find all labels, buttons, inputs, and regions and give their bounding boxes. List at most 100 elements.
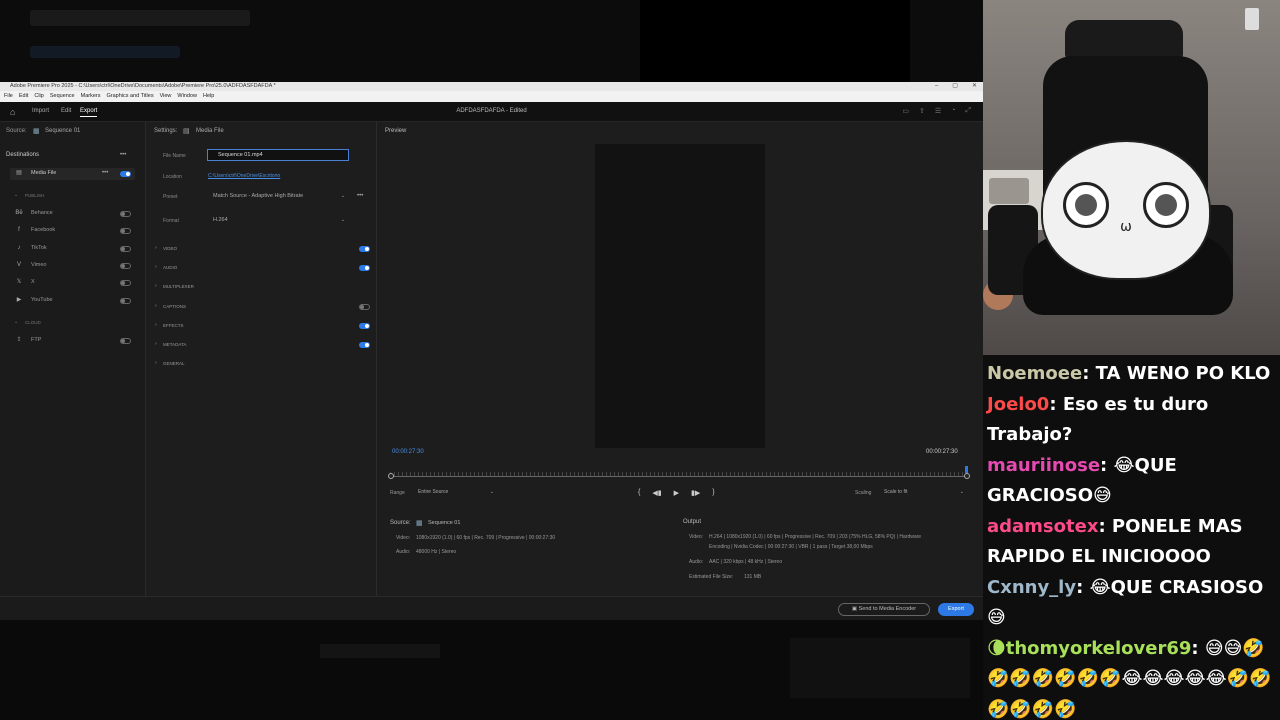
chevron-right-icon: ›	[155, 245, 157, 251]
minimize-button[interactable]: –	[935, 82, 938, 91]
preset-dropdown[interactable]: Match Source - Adaptive High Bitrate ⌄	[207, 191, 349, 202]
section-toggle[interactable]	[359, 322, 370, 329]
menu-sequence[interactable]: Sequence	[50, 91, 75, 102]
chat-username: Cxnny_ly	[987, 576, 1077, 598]
destination-toggle[interactable]	[120, 211, 131, 217]
location-link[interactable]: C:\Users\ctrl\OneDrive\Escritorio	[208, 173, 280, 179]
share-icon[interactable]: ⇧	[919, 107, 925, 115]
behance-icon: Bē	[15, 210, 23, 216]
media-file-icon: ▤	[183, 128, 190, 135]
step-forward-button[interactable]: ▮▶	[691, 489, 700, 497]
destinations-panel: Source: ▦ Sequence 01 Destinations ••• ▤…	[0, 122, 146, 596]
stream-chat: Noemoee: TA WENO PO KLO Joelo0: Eso es tu…	[983, 355, 1280, 720]
section-captions[interactable]: › CAPTIONS	[155, 302, 370, 312]
preset-more-button[interactable]: •••	[357, 193, 363, 199]
preview-panel: Preview 00:00:27:30 00:00:27:30 Range En…	[378, 122, 983, 596]
send-to-media-encoder-button[interactable]: ▣ Send to Media Encoder	[838, 603, 930, 616]
destination-toggle[interactable]	[120, 228, 131, 235]
blurred-panel	[640, 0, 910, 82]
destination-behance[interactable]: Bē Behance	[10, 208, 135, 220]
format-dropdown[interactable]: H.264 ⌄	[207, 215, 349, 226]
close-button[interactable]: ✕	[972, 82, 977, 91]
destination-toggle[interactable]	[120, 245, 131, 252]
destination-toggle[interactable]	[120, 280, 131, 287]
publish-chevron-icon[interactable]: ⌄	[14, 192, 18, 198]
destination-facebook[interactable]: f Facebook	[10, 225, 135, 237]
menu-clip[interactable]: Clip	[34, 91, 43, 102]
menu-edit[interactable]: Edit	[19, 91, 28, 102]
step-back-button[interactable]: ◀▮	[652, 489, 661, 497]
file-name-input[interactable]	[207, 149, 349, 161]
destination-vimeo[interactable]: V Vimeo	[10, 260, 135, 272]
destination-toggle[interactable]	[120, 297, 131, 304]
chat-colon: :	[1082, 363, 1096, 384]
section-general[interactable]: › GENERAL	[155, 359, 370, 369]
mark-out-button[interactable]: }	[712, 489, 714, 497]
destination-ftp[interactable]: ⇪ FTP	[10, 335, 135, 347]
destination-x[interactable]: 𝕏X	[10, 277, 135, 289]
menu-graphics[interactable]: Graphics and Titles	[107, 91, 154, 102]
background-bottom	[0, 620, 983, 720]
section-multiplexer[interactable]: › MULTIPLEXER	[155, 282, 370, 292]
export-button[interactable]: Export	[938, 603, 974, 616]
mark-in-button[interactable]: {	[638, 489, 640, 497]
blurred-text	[320, 644, 440, 658]
menu-window[interactable]: Window	[177, 91, 197, 102]
timeline-scrubber[interactable]	[388, 466, 970, 479]
destination-toggle[interactable]	[120, 262, 131, 269]
preview-label: Preview	[385, 128, 407, 134]
media-file-toggle[interactable]	[120, 171, 131, 177]
window-title: Adobe Premiere Pro 2025 - C:\Users\ctrl\…	[10, 83, 276, 89]
settings-label: Settings:	[154, 128, 178, 134]
facebook-icon: f	[18, 227, 20, 234]
playhead[interactable]	[965, 466, 968, 473]
webcam-overlay: ω	[983, 0, 1280, 355]
destination-toggle[interactable]	[120, 338, 131, 344]
section-metadata[interactable]: › METADATA	[155, 340, 370, 350]
notifications-icon[interactable]: ◔	[951, 107, 955, 115]
range-dropdown[interactable]: Entire Source ⌄	[412, 487, 498, 498]
section-toggle[interactable]	[359, 246, 370, 252]
cloud-chevron-icon[interactable]: ⌄	[14, 319, 18, 325]
estimated-size-label: Estimated File Size:	[689, 574, 734, 580]
quick-export-icon[interactable]: ▭	[902, 107, 909, 115]
chevron-right-icon: ›	[155, 360, 157, 367]
menu-help[interactable]: Help	[203, 91, 214, 102]
section-toggle[interactable]	[359, 342, 370, 348]
section-label: CAPTIONS	[163, 303, 187, 309]
fullscreen-icon[interactable]: ⤢	[965, 107, 971, 115]
chat-message: Joelo0: Eso es tu duro Trabajo?	[987, 390, 1280, 451]
play-button[interactable]: ▶	[674, 489, 679, 497]
section-audio[interactable]: › AUDIO	[155, 263, 370, 273]
source-audio-value: 48000 Hz | Stereo	[416, 549, 457, 555]
maximize-button[interactable]: ▢	[952, 82, 958, 91]
source-video-label: Video:	[396, 535, 411, 541]
destination-label: Behance	[31, 210, 53, 216]
section-effects[interactable]: › EFFECTS	[155, 321, 370, 331]
destination-tiktok[interactable]: ♪ TikTok	[10, 243, 135, 255]
media-encoder-icon: ▣	[851, 606, 859, 612]
destination-youtube[interactable]: ▶ YouTube	[10, 295, 135, 307]
section-toggle[interactable]	[359, 303, 370, 310]
menu-view[interactable]: View	[160, 91, 172, 102]
panel-icon[interactable]: ☰	[935, 107, 941, 115]
destination-media-file[interactable]: ▤ Media File •••	[10, 168, 135, 180]
source-audio-label: Audio:	[396, 549, 411, 555]
menu-file[interactable]: File	[4, 91, 13, 102]
chair-headrest	[1065, 20, 1183, 60]
scaling-dropdown[interactable]: Scale to fit ⌄	[878, 487, 968, 498]
destination-label: Vimeo	[31, 261, 47, 268]
menu-markers[interactable]: Markers	[81, 91, 101, 102]
section-toggle[interactable]	[359, 265, 370, 272]
blurred-text	[30, 46, 180, 58]
in-point-handle[interactable]	[388, 473, 394, 479]
settings-target: Media File	[196, 128, 224, 134]
section-label: VIDEO	[163, 246, 178, 251]
output-audio-value: AAC | 320 kbps | 48 kHz | Stereo	[709, 559, 783, 565]
wall-socket	[1245, 8, 1259, 30]
out-point-handle[interactable]	[964, 473, 970, 479]
sequence-icon: ▦	[33, 128, 40, 135]
section-video[interactable]: › VIDEO	[155, 244, 370, 254]
media-file-more-button[interactable]: •••	[102, 170, 108, 176]
destinations-more-button[interactable]: •••	[120, 152, 126, 158]
